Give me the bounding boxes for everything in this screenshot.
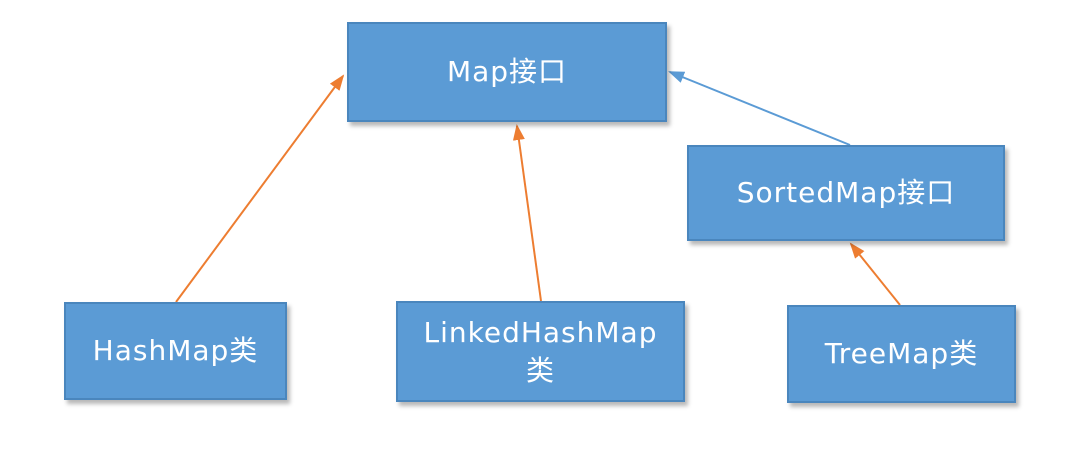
linkedhashmap-class-label-line2: 类 — [525, 353, 555, 387]
linkedhashmap-class-box: LinkedHashMap 类 — [396, 301, 685, 402]
sortedmap-interface-box: SortedMap接口 — [687, 145, 1005, 241]
treemap-class-box: TreeMap类 — [787, 305, 1016, 403]
arrow-hashmap-to-map — [175, 74, 345, 303]
map-interface-label: Map接口 — [446, 55, 568, 89]
arrow-treemap-to-sortedmap — [849, 242, 901, 306]
hashmap-class-label: HashMap类 — [92, 334, 259, 368]
treemap-class-label: TreeMap类 — [824, 337, 979, 371]
arrow-sortedmap-to-map — [668, 71, 851, 146]
map-interface-box: Map接口 — [347, 22, 667, 122]
hashmap-class-box: HashMap类 — [64, 302, 287, 400]
arrow-linkedhashmap-to-map — [512, 124, 542, 302]
sortedmap-interface-label: SortedMap接口 — [736, 176, 956, 210]
linkedhashmap-class-label-line1: LinkedHashMap — [423, 315, 658, 349]
